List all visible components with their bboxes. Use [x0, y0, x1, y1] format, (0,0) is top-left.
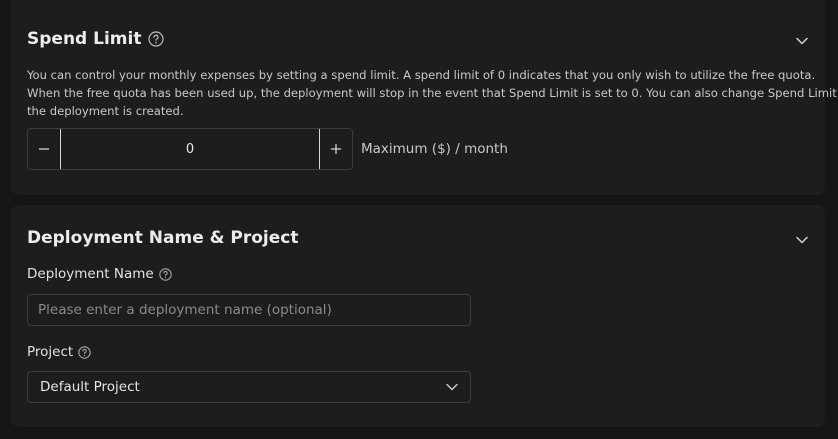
spend-limit-unit-label: Maximum ($) / month — [361, 141, 508, 157]
spend-limit-title: Spend Limit — [27, 29, 142, 49]
deployment-title: Deployment Name & Project — [27, 228, 299, 248]
help-icon[interactable] — [78, 345, 91, 359]
spend-limit-card: Spend Limit You can control your monthly… — [11, 0, 838, 195]
deployment-name-input[interactable] — [27, 294, 471, 326]
plus-icon — [331, 144, 341, 154]
deployment-header: Deployment Name & Project — [27, 228, 298, 248]
description-line: You can control your monthly expenses by… — [27, 68, 816, 82]
project-select[interactable]: Default Project — [27, 371, 471, 403]
deployment-name-label: Deployment Name — [27, 266, 154, 282]
minus-icon — [39, 148, 49, 150]
collapse-chevron-down-icon[interactable] — [795, 34, 809, 48]
increment-button[interactable] — [320, 129, 352, 169]
decrement-button[interactable] — [28, 129, 60, 169]
project-selected-value: Default Project — [40, 379, 140, 395]
project-label: Project — [27, 344, 74, 360]
help-icon[interactable] — [158, 267, 172, 281]
deployment-name-label-row: Deployment Name — [27, 266, 172, 282]
help-icon[interactable] — [148, 31, 165, 47]
spend-limit-description: You can control your monthly expenses by… — [27, 66, 838, 120]
deployment-card: Deployment Name & Project Deployment Nam… — [11, 205, 825, 427]
spend-limit-header: Spend Limit — [27, 29, 165, 49]
chevron-down-icon — [446, 383, 458, 391]
project-label-row: Project — [27, 344, 91, 360]
spend-limit-value[interactable]: 0 — [60, 129, 320, 169]
description-line: When the free quota has been used up, th… — [27, 86, 838, 100]
collapse-chevron-down-icon[interactable] — [795, 233, 809, 247]
spend-limit-stepper: 0 — [27, 128, 353, 170]
description-line: the deployment is created. — [27, 104, 184, 118]
